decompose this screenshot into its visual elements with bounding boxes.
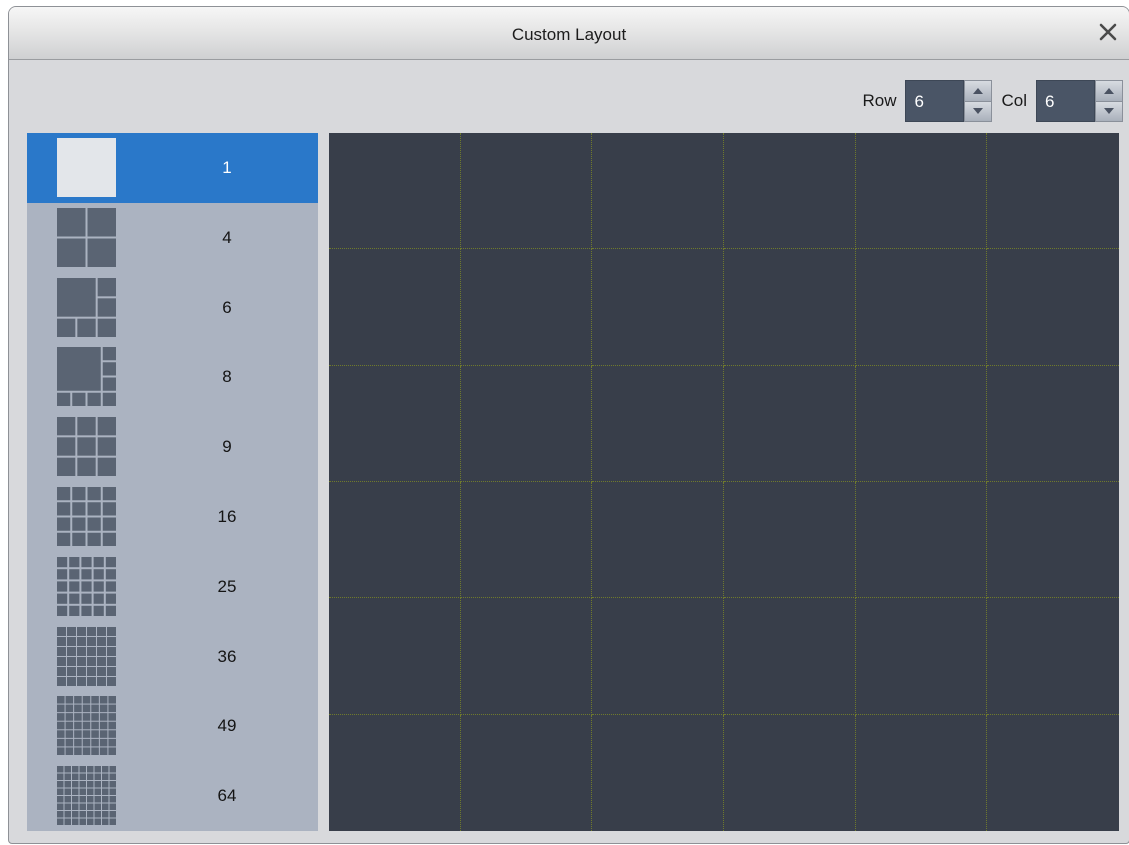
grid-cell[interactable] <box>855 365 988 482</box>
layout-8-icon <box>57 347 116 407</box>
layout-option-36[interactable]: 36 <box>27 622 318 692</box>
layout-option-25[interactable]: 25 <box>27 552 318 622</box>
grid-cell[interactable] <box>592 598 724 715</box>
grid-cell[interactable] <box>987 366 1119 482</box>
col-spinbox[interactable]: 6 <box>1036 80 1123 122</box>
grid-cell[interactable] <box>461 714 593 831</box>
grid-cell[interactable] <box>329 714 461 831</box>
layout-option-label: 1 <box>222 158 232 177</box>
custom-layout-dialog: Custom Layout Row 6 Col 6 1 4 6 8 9 16 2… <box>8 6 1129 844</box>
layout-option-16[interactable]: 16 <box>27 482 318 552</box>
layout-grid-canvas[interactable] <box>329 133 1119 831</box>
grid-cell[interactable] <box>856 714 988 831</box>
grid-cell[interactable] <box>592 714 724 831</box>
row-spinbox[interactable]: 6 <box>905 80 993 122</box>
grid-cell[interactable] <box>460 365 593 482</box>
col-label: Col <box>1001 91 1027 110</box>
layout-option-label: 9 <box>222 437 232 457</box>
layout-16-icon <box>57 486 116 546</box>
arrow-up-icon <box>973 87 984 94</box>
title-bar[interactable]: Custom Layout <box>9 7 1129 60</box>
grid-cell[interactable] <box>987 598 1119 715</box>
row-label: Row <box>862 91 897 110</box>
grid-cell[interactable] <box>855 482 988 599</box>
row-increment-button[interactable] <box>965 81 992 102</box>
layout-option-64[interactable]: 64 <box>27 761 318 831</box>
grid-cell[interactable] <box>592 249 724 366</box>
grid-cell[interactable] <box>987 133 1119 250</box>
layout-option-49[interactable]: 49 <box>27 691 318 761</box>
row-input[interactable]: 6 <box>905 80 965 122</box>
row-decrement-button[interactable] <box>965 101 992 121</box>
layout-option-label: 36 <box>217 646 237 666</box>
col-input[interactable]: 6 <box>1036 80 1095 122</box>
grid-cell[interactable] <box>855 133 988 250</box>
grid-cell[interactable] <box>329 133 461 250</box>
layout-6-icon <box>57 277 116 337</box>
grid-cell[interactable] <box>855 598 988 715</box>
layout-option-8[interactable]: 8 <box>27 342 318 412</box>
close-icon[interactable] <box>1097 21 1119 43</box>
grid-cell[interactable] <box>592 365 724 482</box>
grid-cell[interactable] <box>329 482 461 599</box>
layout-option-1[interactable]: 1 <box>27 133 318 203</box>
grid-cell[interactable] <box>987 715 1119 831</box>
grid-cell[interactable] <box>592 133 724 250</box>
grid-cell[interactable] <box>987 249 1119 366</box>
grid-cell[interactable] <box>724 482 856 599</box>
layout-64-icon <box>57 766 116 826</box>
layout-option-label: 6 <box>222 297 232 317</box>
grid-cell[interactable] <box>724 714 856 831</box>
layout-9-icon <box>57 417 116 477</box>
col-spin-buttons <box>1095 80 1123 122</box>
grid-cell[interactable] <box>329 598 461 715</box>
grid-cell[interactable] <box>592 482 724 599</box>
layout-option-label: 49 <box>217 716 237 736</box>
arrow-down-icon <box>973 108 984 115</box>
layout-1-icon <box>57 138 116 197</box>
layout-49-icon <box>57 696 116 756</box>
dialog-title: Custom Layout <box>511 25 627 44</box>
grid-cell[interactable] <box>987 482 1119 599</box>
row-spin-buttons <box>964 80 993 122</box>
layout-option-9[interactable]: 9 <box>27 412 318 482</box>
grid-cell[interactable] <box>460 598 593 715</box>
layout-25-icon <box>57 556 116 616</box>
grid-cell[interactable] <box>724 133 856 250</box>
layout-36-icon <box>57 626 116 686</box>
grid-size-toolbar: Row 6 Col 6 <box>862 79 1123 123</box>
grid-cell[interactable] <box>724 598 856 715</box>
layout-option-4[interactable]: 4 <box>27 203 318 273</box>
grid-cell[interactable] <box>724 365 856 482</box>
arrow-up-icon <box>1104 87 1114 94</box>
col-decrement-button[interactable] <box>1096 101 1122 121</box>
grid-cell[interactable] <box>855 249 988 366</box>
arrow-down-icon <box>1104 108 1114 115</box>
layout-option-label: 16 <box>217 506 237 526</box>
grid-cell[interactable] <box>460 249 593 366</box>
col-increment-button[interactable] <box>1096 81 1122 102</box>
grid-cell[interactable] <box>724 249 856 366</box>
layout-list: 1 4 6 8 9 16 25 36 49 64 <box>27 133 318 831</box>
layout-option-label: 64 <box>217 786 237 806</box>
grid-cell[interactable] <box>460 482 593 599</box>
layout-option-6[interactable]: 6 <box>27 273 318 343</box>
layout-4-icon <box>57 207 116 267</box>
grid-cell[interactable] <box>329 249 461 366</box>
layout-option-label: 8 <box>222 367 232 387</box>
layout-option-label: 4 <box>222 227 232 247</box>
grid-cell[interactable] <box>460 133 593 250</box>
grid-cell[interactable] <box>329 365 461 482</box>
layout-option-label: 25 <box>217 576 237 596</box>
